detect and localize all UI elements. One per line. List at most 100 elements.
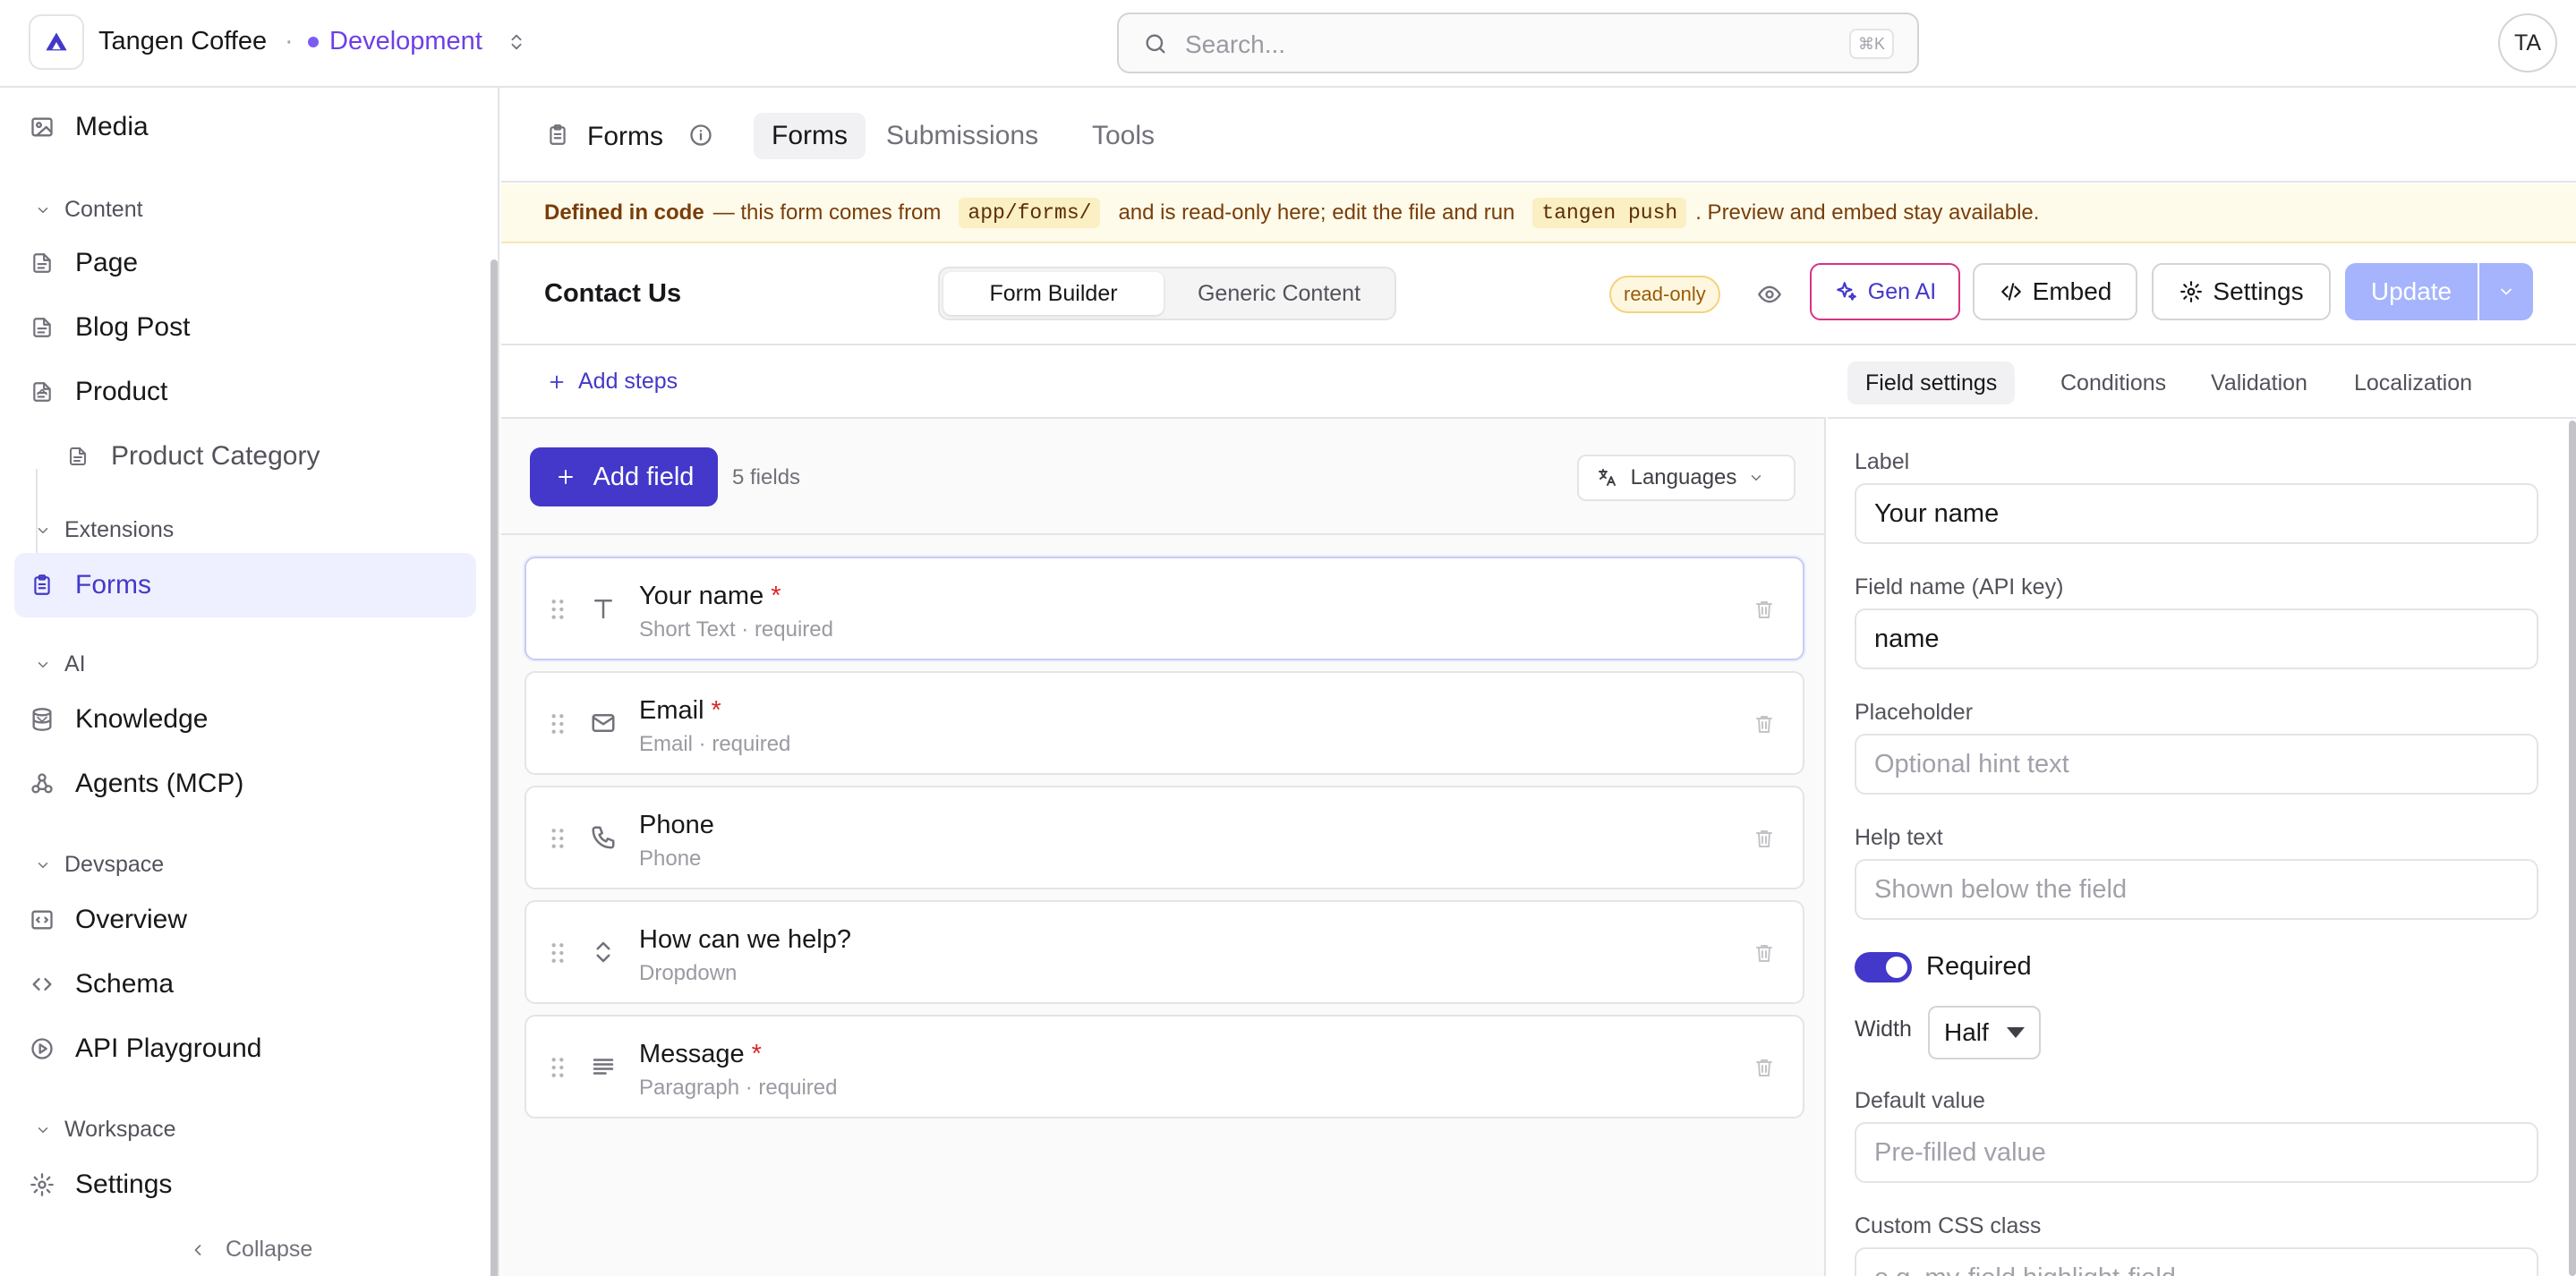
- trash-icon[interactable]: [1753, 825, 1776, 852]
- panel-tabs: Field settings Conditions Validation Loc…: [1828, 345, 2576, 419]
- drag-handle-icon[interactable]: [548, 1054, 567, 1081]
- tab-validation[interactable]: Validation: [2193, 362, 2325, 404]
- sidebar-item-label: Settings: [75, 1170, 173, 1199]
- tab-form-builder[interactable]: Form Builder: [943, 272, 1164, 315]
- sidebar-scrollbar[interactable]: [490, 259, 498, 1276]
- label-input[interactable]: Your name: [1855, 483, 2538, 544]
- eye-icon[interactable]: [1754, 281, 1785, 308]
- drag-handle-icon[interactable]: [548, 940, 567, 966]
- sidebar-item-label: Product Category: [111, 441, 320, 471]
- help-text-input[interactable]: Shown below the field: [1855, 859, 2538, 920]
- sidebar-item-page[interactable]: Page: [14, 231, 476, 295]
- org-name[interactable]: Tangen Coffee: [98, 27, 267, 56]
- sidebar-group-content[interactable]: Content: [34, 197, 143, 223]
- tab-localization[interactable]: Localization: [2336, 362, 2490, 404]
- field-type: Paragraph · required: [639, 1076, 838, 1100]
- chevrons-up-down-icon[interactable]: [503, 27, 530, 57]
- sidebar-group-devspace[interactable]: Devspace: [34, 852, 164, 878]
- field-card[interactable]: How can we help? Dropdown: [525, 900, 1804, 1004]
- sidebar-item-product[interactable]: Product: [14, 360, 476, 424]
- breadcrumb-separator: ·: [285, 27, 294, 55]
- drag-handle-icon[interactable]: [548, 825, 567, 852]
- api-key-label: Field name (API key): [1855, 574, 2064, 600]
- field-card[interactable]: Phone Phone: [525, 786, 1804, 889]
- tab-forms[interactable]: Forms: [754, 113, 866, 159]
- form-title: Contact Us: [544, 279, 682, 308]
- drag-handle-icon[interactable]: [548, 710, 567, 737]
- collapse-button[interactable]: Collapse: [188, 1237, 312, 1263]
- add-field-row: Add field 5 fields Languages: [501, 421, 1826, 535]
- tab-submissions[interactable]: Submissions: [868, 113, 1056, 159]
- search-input[interactable]: Search... ⌘K: [1117, 13, 1919, 73]
- chevron-down-icon[interactable]: [29, 706, 55, 733]
- app-logo[interactable]: [29, 14, 84, 70]
- tab-generic-content[interactable]: Generic Content: [1167, 272, 1391, 315]
- embed-button[interactable]: Embed: [1973, 263, 2137, 320]
- tab-tools[interactable]: Tools: [1074, 113, 1173, 159]
- sidebar-item-media[interactable]: Media: [14, 95, 476, 159]
- sidebar-item-label: Blog Post: [75, 312, 191, 342]
- sidebar-group-ai[interactable]: AI: [34, 651, 86, 677]
- field-type: Email · required: [639, 732, 791, 756]
- sidebar-item-api-playground[interactable]: API Playground: [14, 1017, 476, 1081]
- sidebar-item-forms[interactable]: Forms: [14, 553, 476, 617]
- field-type: Phone: [639, 846, 702, 871]
- settings-label: Settings: [2213, 277, 2304, 305]
- tab-field-settings[interactable]: Field settings: [1847, 362, 2016, 404]
- required-toggle[interactable]: [1855, 952, 1912, 983]
- sidebar-item-overview[interactable]: Overview: [14, 888, 476, 952]
- sidebar-group-label: AI: [64, 651, 86, 676]
- sidebar-item-schema[interactable]: Schema: [14, 952, 476, 1017]
- field-card[interactable]: Your name * Short Text · required: [525, 557, 1804, 660]
- sidebar-group-extensions[interactable]: Extensions: [34, 517, 174, 543]
- phone-icon: [589, 823, 618, 852]
- sidebar-group-workspace[interactable]: Workspace: [34, 1117, 176, 1143]
- add-field-button[interactable]: Add field: [530, 447, 718, 506]
- chevron-up-icon[interactable]: [29, 379, 55, 405]
- sidebar-group-label: Content: [64, 197, 143, 222]
- default-value-input[interactable]: Pre-filled value: [1855, 1122, 2538, 1183]
- field-card[interactable]: Message * Paragraph · required: [525, 1015, 1804, 1119]
- play-circle-icon: [29, 1035, 55, 1062]
- trash-icon[interactable]: [1753, 940, 1776, 966]
- add-steps-label: Add steps: [578, 369, 678, 394]
- fields-count: 5 fields: [732, 465, 801, 489]
- chevron-down-icon: [2496, 282, 2516, 302]
- chevron-down-icon: [34, 522, 52, 540]
- update-button[interactable]: Update: [2345, 263, 2478, 320]
- banner-text: and is read-only here; edit the file and…: [1118, 200, 1515, 225]
- custom-css-input[interactable]: e.g. my-field highlight-field: [1855, 1247, 2538, 1276]
- placeholder-input[interactable]: Optional hint text: [1855, 734, 2538, 795]
- field-card[interactable]: Email * Email · required: [525, 671, 1804, 775]
- width-select[interactable]: Half: [1928, 1006, 2041, 1059]
- trash-icon[interactable]: [1753, 710, 1776, 737]
- sparkles-icon: [1834, 279, 1859, 304]
- trash-icon[interactable]: [1753, 596, 1776, 623]
- caret-down-icon: [2007, 1027, 2025, 1038]
- update-menu-button[interactable]: [2479, 263, 2533, 320]
- field-name: Message *: [639, 1040, 762, 1068]
- sidebar-item-agents[interactable]: Agents (MCP): [14, 752, 476, 816]
- add-steps-button[interactable]: Add steps: [546, 369, 678, 395]
- gen-ai-button[interactable]: Gen AI: [1810, 263, 1960, 320]
- required-marker: *: [751, 1040, 762, 1068]
- paragraph-icon: [589, 1052, 618, 1081]
- sidebar-item-knowledge[interactable]: Knowledge: [14, 687, 476, 752]
- languages-dropdown[interactable]: Languages: [1577, 455, 1796, 501]
- sidebar-item-blog-post[interactable]: Blog Post: [14, 295, 476, 360]
- info-icon[interactable]: [687, 122, 714, 149]
- field-name: Phone: [639, 811, 714, 839]
- sidebar-item-product-category[interactable]: Product Category: [50, 424, 476, 489]
- required-marker: *: [771, 582, 781, 610]
- api-key-input[interactable]: name: [1855, 608, 2538, 669]
- panel-scrollbar[interactable]: [2569, 421, 2576, 1276]
- trash-icon[interactable]: [1753, 1054, 1776, 1081]
- sidebar-item-settings[interactable]: Settings: [14, 1153, 476, 1217]
- drag-handle-icon[interactable]: [548, 596, 567, 623]
- banner-text: — this form comes from: [712, 200, 942, 225]
- avatar[interactable]: TA: [2498, 13, 2557, 72]
- sidebar-item-label: Agents (MCP): [75, 769, 244, 798]
- settings-button[interactable]: Settings: [2152, 263, 2331, 320]
- environment-name[interactable]: Development: [329, 27, 482, 56]
- tab-conditions[interactable]: Conditions: [2043, 362, 2184, 404]
